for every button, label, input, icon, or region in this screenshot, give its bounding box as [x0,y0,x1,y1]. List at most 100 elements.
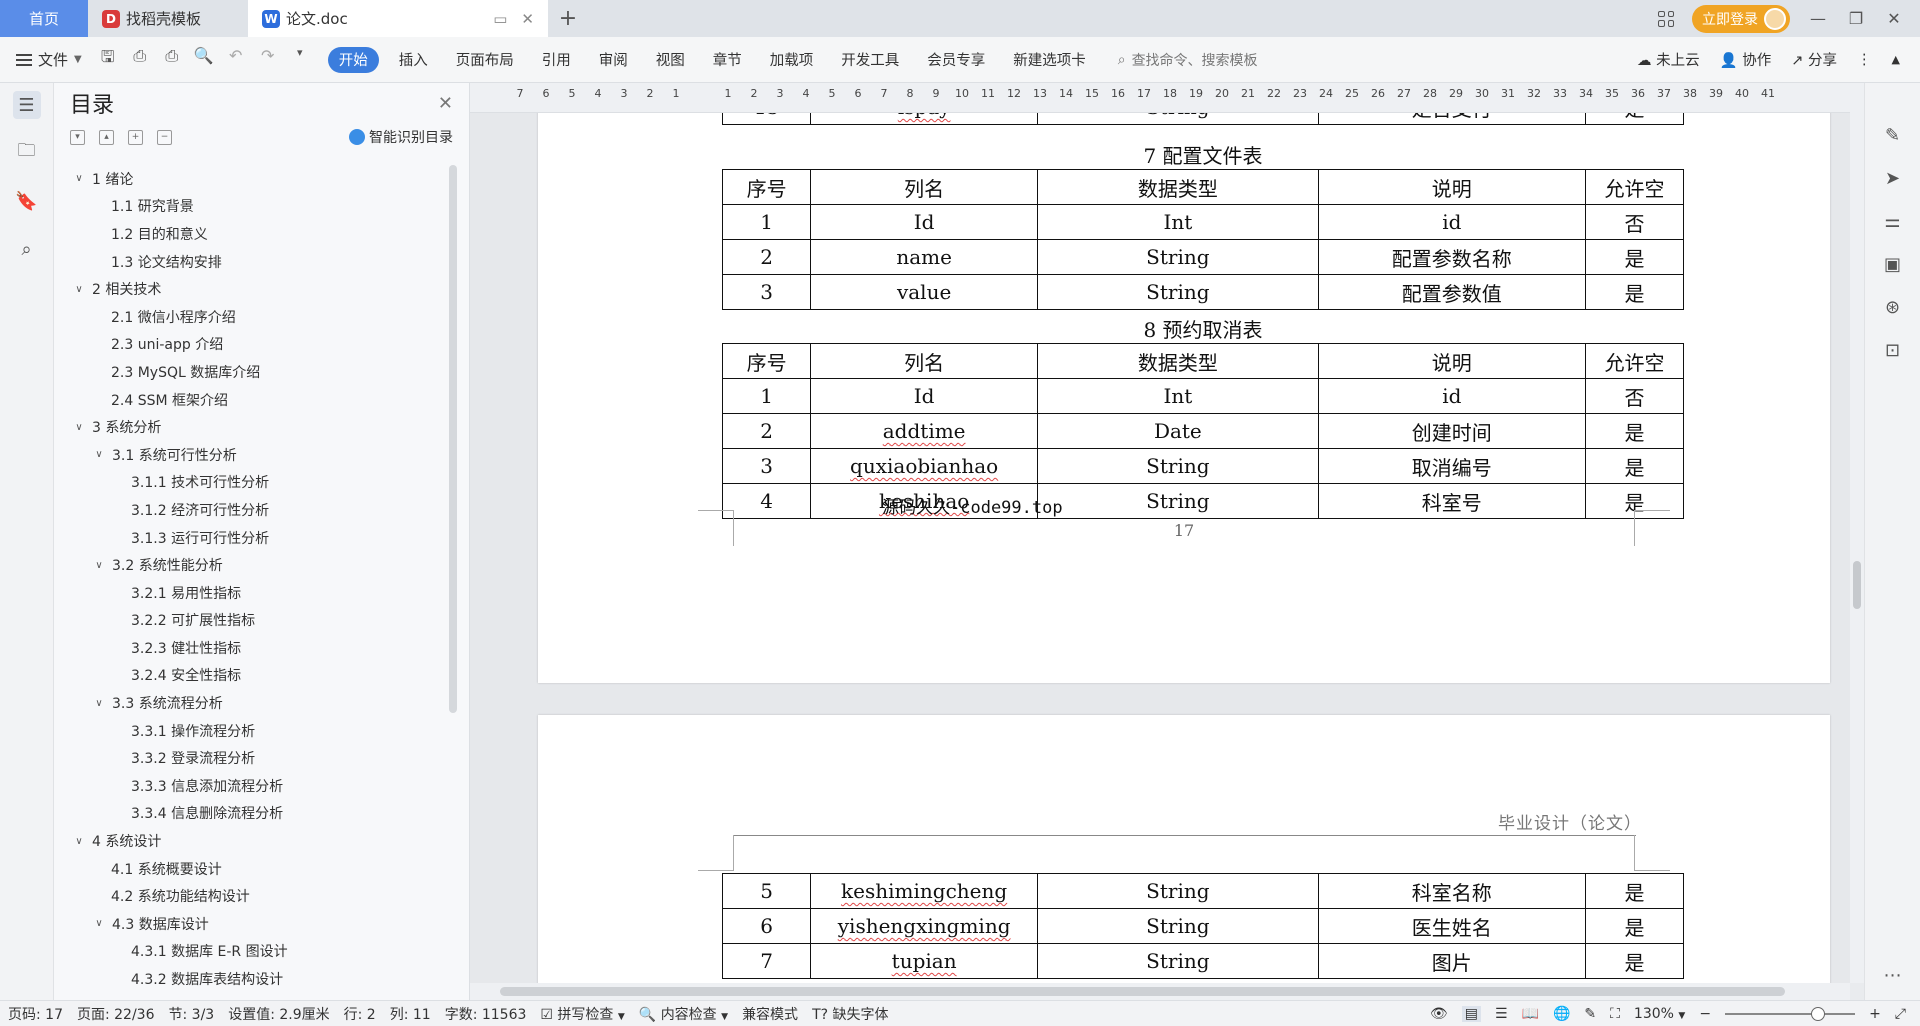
reading-view-icon[interactable]: 📖 [1522,1006,1539,1022]
toc-item[interactable]: ∨ 4 系统设计 [54,827,444,855]
redo-icon[interactable]: ↷ [258,46,278,73]
backup-icon[interactable]: ⊛ [1880,297,1906,318]
ribbon-tab-review[interactable]: 审阅 [585,49,642,70]
fullscreen-icon[interactable]: ⤢ [1895,1006,1906,1022]
eye-protection-icon[interactable]: 👁 [1430,1006,1448,1022]
toc-item[interactable]: 1.3 论文结构安排 [54,248,444,276]
ribbon-tab-references[interactable]: 引用 [528,49,585,70]
document-page-18[interactable]: 毕业设计（论文） 5 keshimingcheng String 科室名称是 6 yish… [538,715,1830,983]
print-icon[interactable]: ⎙ [162,46,182,73]
more-icon[interactable]: ⋮ [1857,52,1872,68]
save-icon[interactable]: 🖫 [98,46,118,73]
edit-pen-icon[interactable]: ✎ [1880,125,1906,146]
horizontal-scroll-thumb[interactable] [500,987,1785,996]
bookmark-icon[interactable]: 🔖 [13,187,41,215]
toc-item[interactable]: 4.2 系统功能结构设计 [54,882,444,910]
toc-item[interactable]: 3.2.4 安全性指标 [54,662,444,690]
toc-item[interactable]: 2.3 MySQL 数据库介绍 [54,358,444,386]
toc-item[interactable]: 3.3.1 操作流程分析 [54,717,444,745]
toc-item[interactable]: 4.3.2 数据库表结构设计 [54,965,444,993]
content-check-toggle[interactable]: 🔍 内容检查 ▼ [639,1004,728,1024]
zoom-in-icon[interactable]: + [1869,1006,1881,1022]
toc-item[interactable]: ∨ 4.3 数据库设计 [54,910,444,938]
print-preview-icon[interactable]: 🔍 [194,46,214,73]
customize-toolbar-icon[interactable]: ▾ [290,46,310,73]
toc-item[interactable]: 3.3.2 登录流程分析 [54,744,444,772]
chevron-down-icon[interactable]: ∨ [92,698,106,709]
horizontal-scrollbar[interactable] [470,983,1850,1000]
ribbon-tab-member[interactable]: 会员专享 [913,49,999,70]
chevron-down-icon[interactable]: ∨ [92,560,106,571]
toc-item[interactable]: ∨ 3.3 系统流程分析 [54,689,444,717]
close-icon[interactable]: ✕ [438,93,453,114]
status-row[interactable]: 行: 2 [344,1004,376,1024]
smart-toc-button[interactable]: 智能识别目录 [349,127,453,147]
toc-scrollbar[interactable] [449,165,457,713]
status-col[interactable]: 列: 11 [390,1004,431,1024]
toc-item[interactable]: 2.1 微信小程序介绍 [54,303,444,331]
new-tab-button[interactable]: + [548,0,588,37]
toc-item[interactable]: 3.1.2 经济可行性分析 [54,496,444,524]
document-canvas[interactable]: 15 ispay String 是否支付 是 7 配置文件表 序号列名数据类型说… [470,113,1850,983]
status-section[interactable]: 节: 3/3 [169,1004,215,1024]
find-icon[interactable]: ⌕ [13,235,41,263]
cloud-status[interactable]: ☁ 未上云 [1637,49,1700,70]
share-button[interactable]: ↗ 分享 [1791,49,1837,70]
ribbon-tab-addins[interactable]: 加载项 [756,49,828,70]
toc-item[interactable]: 4.1 系统概要设计 [54,855,444,883]
status-page-code[interactable]: 页码: 17 [8,1004,63,1024]
toc-item[interactable]: ∨ 3 系统分析 [54,413,444,441]
toc-item[interactable]: 2.4 SSM 框架介绍 [54,386,444,414]
toc-item[interactable]: 3.3.3 信息添加流程分析 [54,772,444,800]
document-page-17[interactable]: 15 ispay String 是否支付 是 7 配置文件表 序号列名数据类型说… [538,113,1830,683]
fit-page-icon[interactable]: ⛶ [1610,1006,1620,1022]
remove-heading-icon[interactable]: − [157,129,172,145]
vertical-scrollbar[interactable] [1850,83,1864,983]
adjust-sliders-icon[interactable]: ⚌ [1880,211,1906,232]
status-word-count[interactable]: 字数: 11563 [445,1004,527,1024]
toc-item[interactable]: ∨ 1 绪论 [54,165,444,193]
close-window-icon[interactable]: ✕ [1884,9,1904,28]
zoom-slider-handle[interactable] [1811,1006,1826,1021]
toc-item[interactable]: 1.1 研究背景 [54,193,444,221]
undo-icon[interactable]: ↶ [226,46,246,73]
apps-grid-icon[interactable] [1658,10,1674,27]
status-setting[interactable]: 设置值: 2.9厘米 [228,1004,329,1024]
toc-item[interactable]: 2.3 uni-app 介绍 [54,331,444,359]
web-view-icon[interactable]: 🌐 [1553,1006,1570,1022]
collab-button[interactable]: 👤 协作 [1720,49,1772,70]
horizontal-ruler[interactable]: 7 6 5 4 3 2 1 1 2 3 4 5 6 7 8 9 10 11 12 13 14 15 16 17 18 19 20 21… [470,83,1850,113]
toc-item[interactable]: 4.3.1 数据库 E-R 图设计 [54,938,444,966]
ribbon-tab-new[interactable]: 新建选项卡 [999,49,1100,70]
chevron-down-icon[interactable]: ∨ [72,173,86,184]
tab-document[interactable]: W 论文.doc ▭ ✕ [248,0,548,37]
collapse-ribbon-icon[interactable]: ▲ [1892,53,1900,66]
outline-view-icon[interactable]: ☰ [1495,1006,1508,1022]
toc-item[interactable]: ∨ 3.1 系统可行性分析 [54,441,444,469]
toc-item[interactable]: 3.3.4 信息删除流程分析 [54,800,444,828]
toc-item[interactable]: 3.1.1 技术可行性分析 [54,469,444,497]
pin-tab-icon[interactable]: ▭ [493,10,507,28]
vertical-scroll-thumb[interactable] [1853,561,1861,609]
compat-mode[interactable]: 兼容模式 [742,1004,798,1024]
status-page[interactable]: 页面: 22/36 [77,1004,155,1024]
ribbon-tab-view[interactable]: 视图 [642,49,699,70]
ribbon-tab-chapter[interactable]: 章节 [699,49,756,70]
tab-home[interactable]: 首页 [0,0,88,37]
spell-check-toggle[interactable]: ☑ 拼写检查 ▼ [540,1004,624,1024]
more-options-icon[interactable]: ⋯ [1880,965,1906,986]
toc-item[interactable]: ∨ 3.2 系统性能分析 [54,551,444,579]
file-menu[interactable]: 文件 ▼ [16,49,82,70]
missing-font-button[interactable]: T? 缺失字体 [812,1004,888,1024]
collapse-all-icon[interactable]: ▴ [99,129,114,145]
toc-item[interactable]: ∨ 2 相关技术 [54,275,444,303]
command-search[interactable]: ⌕ 查找命令、搜索模板 [1118,50,1258,70]
ribbon-tab-start[interactable]: 开始 [327,46,379,73]
ribbon-tab-developer[interactable]: 开发工具 [827,49,913,70]
restore-icon[interactable]: ❐ [1846,9,1866,28]
chevron-down-icon[interactable]: ∨ [72,284,86,295]
add-heading-icon[interactable]: + [128,129,143,145]
toc-item[interactable]: 3.1.3 运行可行性分析 [54,524,444,552]
chevron-down-icon[interactable]: ∨ [92,918,106,929]
toc-item[interactable]: 3.2.2 可扩展性指标 [54,607,444,635]
